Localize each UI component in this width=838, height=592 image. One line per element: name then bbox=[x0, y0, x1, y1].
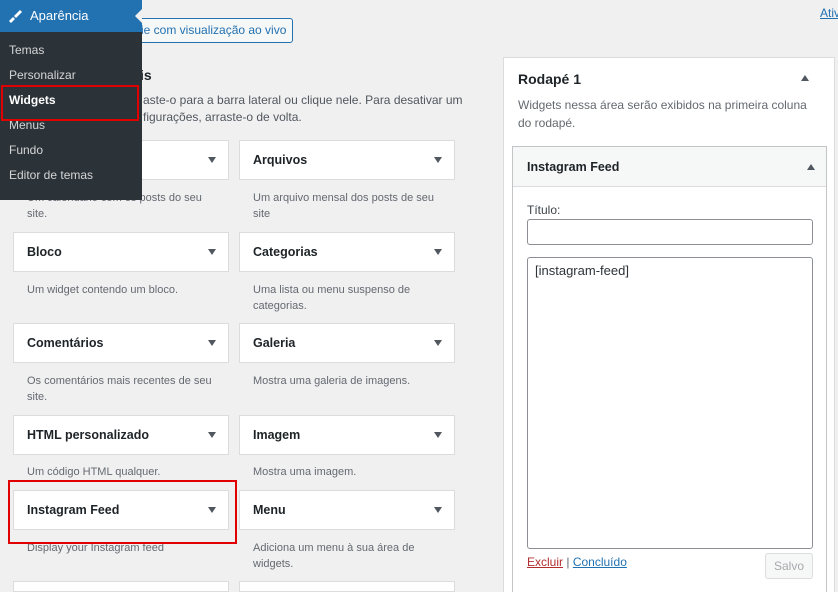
chevron-down-icon[interactable] bbox=[208, 432, 216, 438]
widget-tile-menu[interactable]: Menu bbox=[239, 490, 455, 530]
chevron-down-icon[interactable] bbox=[434, 507, 442, 513]
chevron-down-icon[interactable] bbox=[208, 340, 216, 346]
widget-tile-galeria[interactable]: Galeria bbox=[239, 323, 455, 363]
description-line: figurações, arraste-o de volta. bbox=[143, 110, 302, 124]
widget-description: Um código HTML qualquer. bbox=[27, 464, 227, 480]
paintbrush-icon bbox=[9, 10, 22, 23]
widget-description-line: Um arquivo mensal dos posts de seu bbox=[253, 192, 434, 204]
widget-tile[interactable] bbox=[239, 581, 455, 592]
widget-tile-bloco[interactable]: Bloco bbox=[13, 232, 229, 272]
widget-tile-imagem[interactable]: Imagem bbox=[239, 415, 455, 455]
widget-description-line: Uma lista ou menu suspenso de bbox=[253, 284, 411, 296]
title-input[interactable] bbox=[527, 219, 813, 245]
submenu-fundo[interactable]: Fundo bbox=[0, 138, 142, 163]
widget-description-line: Adiciona um menu à sua área de bbox=[253, 542, 415, 554]
menu-item-aparencia[interactable]: Aparência bbox=[0, 0, 142, 32]
available-widgets-description: aste-o para a barra lateral ou clique ne… bbox=[143, 92, 463, 126]
chevron-down-icon[interactable] bbox=[434, 432, 442, 438]
chevron-down-icon[interactable] bbox=[208, 157, 216, 163]
sidebar-title[interactable]: Rodapé 1 bbox=[518, 71, 581, 87]
chevron-down-icon[interactable] bbox=[434, 249, 442, 255]
submenu-temas[interactable]: Temas bbox=[0, 38, 142, 63]
widget-description-line: categorias. bbox=[253, 300, 307, 312]
menu-parent-label: Aparência bbox=[30, 8, 89, 23]
submenu-editor-de-temas[interactable]: Editor de temas bbox=[0, 163, 142, 188]
sidebar-description: Widgets nessa área serão exibidos na pri… bbox=[518, 98, 807, 130]
widget-description: Um arquivo mensal dos posts de seu site bbox=[253, 190, 453, 222]
widget-actions: Excluir | Concluído bbox=[527, 555, 627, 569]
widget-tile-title: Menu bbox=[253, 503, 286, 517]
manage-live-preview-button[interactable]: ie com visualização ao vivo bbox=[128, 18, 293, 43]
chevron-down-icon[interactable] bbox=[434, 340, 442, 346]
widget-description-line: site bbox=[253, 208, 271, 220]
widget-description-line: Mostra uma galeria de imagens. bbox=[253, 375, 411, 387]
top-right-link[interactable]: Ativ bbox=[820, 6, 838, 20]
delete-link[interactable]: Excluir bbox=[527, 555, 563, 569]
widget-tile-title: Imagem bbox=[253, 428, 301, 442]
widget-description-line: Um código HTML qualquer. bbox=[27, 466, 161, 478]
widget-description: Um widget contendo um bloco. bbox=[27, 282, 227, 298]
widget-description-line: site. bbox=[27, 391, 48, 403]
chevron-up-icon[interactable] bbox=[807, 164, 815, 170]
description-line: aste-o para a barra lateral ou clique ne… bbox=[143, 93, 463, 107]
widget-tile-title: Categorias bbox=[253, 245, 318, 259]
widget-content-textarea[interactable]: [instagram-feed] bbox=[527, 257, 813, 549]
widget-tile-title: Comentários bbox=[27, 336, 104, 350]
widget-header-title: Instagram Feed bbox=[527, 160, 620, 174]
menu-notch bbox=[135, 9, 142, 23]
widget-tile[interactable] bbox=[13, 581, 229, 592]
widget-description-line: Os comentários mais recentes de seu bbox=[27, 375, 212, 387]
widget-description-line: Um widget contendo um bloco. bbox=[27, 284, 179, 296]
widget-tile-title: HTML personalizado bbox=[27, 428, 150, 442]
chevron-down-icon[interactable] bbox=[434, 157, 442, 163]
widget-tile-title: Galeria bbox=[253, 336, 296, 350]
instagram-feed-widget: Instagram Feed Título: [instagram-feed] … bbox=[512, 146, 827, 592]
widget-description: Uma lista ou menu suspenso de categorias. bbox=[253, 282, 453, 314]
highlight-box-widgets bbox=[1, 85, 139, 121]
separator: | bbox=[566, 555, 570, 569]
widget-tile-arquivos[interactable]: Arquivos bbox=[239, 140, 455, 180]
widget-tile-title: Arquivos bbox=[253, 153, 308, 167]
widget-description-line: Mostra uma imagem. bbox=[253, 466, 357, 478]
chevron-up-icon[interactable] bbox=[801, 75, 809, 81]
widget-description: Mostra uma galeria de imagens. bbox=[253, 373, 453, 389]
widget-header[interactable]: Instagram Feed bbox=[513, 147, 826, 187]
widget-tile-comentarios[interactable]: Comentários bbox=[13, 323, 229, 363]
sidebar-rodape-1: Rodapé 1 Widgets nessa área serão exibid… bbox=[503, 57, 835, 592]
widget-description-line: widgets. bbox=[253, 558, 294, 570]
widget-description: Adiciona um menu à sua área de widgets. bbox=[253, 540, 453, 572]
widget-description: Mostra uma imagem. bbox=[253, 464, 453, 480]
widget-description-line: site. bbox=[27, 208, 48, 220]
save-button[interactable]: Salvo bbox=[765, 553, 813, 579]
highlight-box-instagram-feed bbox=[8, 480, 237, 544]
title-label: Título: bbox=[527, 203, 561, 217]
chevron-down-icon[interactable] bbox=[208, 249, 216, 255]
widget-tile-categorias[interactable]: Categorias bbox=[239, 232, 455, 272]
done-link[interactable]: Concluído bbox=[573, 555, 627, 569]
widget-tile-html-personalizado[interactable]: HTML personalizado bbox=[13, 415, 229, 455]
widget-description: Os comentários mais recentes de seu site. bbox=[27, 373, 227, 405]
widget-tile-title: Bloco bbox=[27, 245, 62, 259]
